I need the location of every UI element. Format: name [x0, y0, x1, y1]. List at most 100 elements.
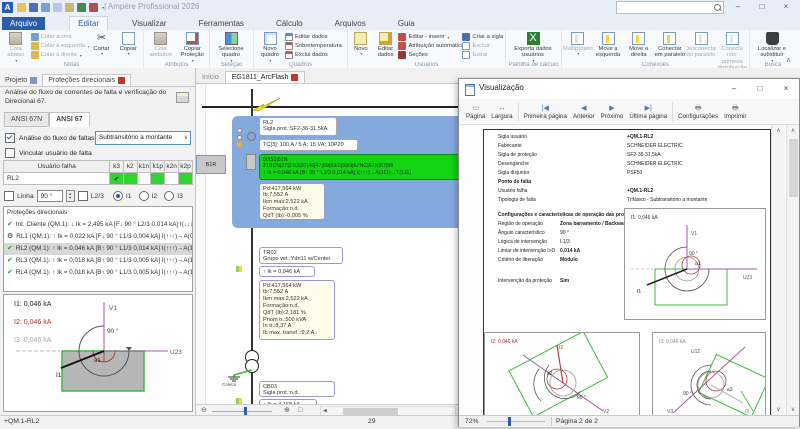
preview-title-bar[interactable]: Visualização – □ × [459, 79, 799, 100]
tab-projeto[interactable]: Projeto [0, 75, 42, 86]
load-info-node[interactable]: Pd:417,564 kWIb:7,552 AIkm max:2,522 kA … [259, 183, 325, 220]
exclui-dados-button[interactable]: Exclui dados [285, 51, 345, 59]
cortar-button[interactable]: ✂ Cortar▾ [89, 31, 115, 57]
tab-ansi-67[interactable]: ANSI 67 [49, 112, 89, 127]
tab-guia[interactable]: Guia [390, 17, 423, 30]
print-report-icon[interactable] [176, 92, 189, 103]
tab-arquivo[interactable]: Arquivo [2, 17, 45, 30]
export-icon[interactable] [77, 3, 86, 12]
l23-checkbox[interactable] [78, 191, 88, 201]
cola-atributos-button[interactable]: Cola atributos [145, 31, 177, 59]
width-view-button[interactable]: ↔Largura [488, 99, 515, 124]
relay-label-node[interactable]: RL2Sigla prot.:SF2-36-31,5kA [259, 117, 337, 136]
list-item[interactable]: ✔RL4 (QM.1): ↑ Ik = 0,018 kA [B↑ 90 ° L1… [4, 267, 192, 279]
transformer-label-node[interactable]: TR02Grupo vet.:Ydn11 w/Center [259, 247, 343, 264]
preview-minimize-button[interactable]: – [723, 79, 745, 98]
open-icon[interactable] [17, 3, 26, 12]
tab-ferramentas[interactable]: Ferramentas [191, 17, 252, 30]
table-row[interactable]: RL2 ✔ [4, 173, 193, 185]
page-view-button[interactable]: ▭Página [463, 99, 488, 124]
scroll-left-icon[interactable]: ◀ [323, 408, 327, 414]
ct-node[interactable]: TC[3]: 100 A / 5 A; 15 VA; 10P20 [259, 139, 358, 151]
list-item[interactable]: ✔Int. Cliente (QM.1): ↓ Ik = 2,495 kA [F… [4, 219, 192, 231]
scrollbar-thumb[interactable] [343, 408, 398, 415]
last-page-button[interactable]: ▶|Última página [626, 99, 670, 124]
scrollbar-thumb[interactable] [789, 139, 798, 197]
i3-radio[interactable] [164, 191, 174, 201]
preview-content[interactable]: Sigla usuário +QM.1-RL2 Fabricante SCHNE… [459, 125, 799, 415]
save-icon[interactable] [29, 3, 38, 12]
tab-protecoes-direcionais[interactable]: Proteções direcionais [42, 74, 131, 86]
minimize-button[interactable]: – [728, 0, 748, 14]
search-input[interactable] [616, 1, 724, 14]
first-page-button[interactable]: |◀Primeira página [521, 99, 570, 124]
angle-stepper[interactable]: ▲▼ [66, 190, 75, 202]
list-item-selected[interactable]: ✔RL2 (QM.1): ↑ Ik = 0,046 kA [B↑ 90 ° L1… [4, 243, 192, 255]
editar-dados-usuario-button[interactable]: Editar dados [373, 31, 399, 59]
cell-k2p[interactable] [179, 173, 193, 185]
conectar-paralelo-button[interactable]: Conectar em paralelo [654, 31, 686, 59]
secoes-button[interactable]: Seções [398, 51, 462, 59]
cell-k2n[interactable] [165, 173, 179, 185]
list-item[interactable]: ⚙RL1 (QM.1): ↑ Ik = 0,022 kA [F↓ 90 ° L1… [4, 231, 192, 243]
preview-inner-scrollbar[interactable]: ∧ ∨ [771, 125, 785, 415]
busbar-node[interactable]: B1R [196, 155, 226, 174]
previous-page-button[interactable]: ◀Anterior [570, 99, 598, 124]
cell-k2[interactable] [123, 173, 137, 185]
scroll-down-icon[interactable]: ∨ [787, 406, 799, 413]
excluir-button[interactable]: Excluir [462, 42, 504, 50]
preview-scrollbar[interactable]: ∧ ∨ [786, 125, 799, 415]
breaker-label-node[interactable]: CB03Sigla prot.:n.d. [259, 381, 335, 397]
tab-inicio[interactable]: Início [196, 72, 225, 83]
cell-k1p[interactable] [151, 173, 165, 185]
relay-symbol[interactable] [246, 154, 256, 170]
multiprojeto-button[interactable]: Multiprojeto▾ [563, 31, 593, 57]
link-user-checkbox[interactable] [5, 148, 15, 158]
colar-direita-button[interactable]: Colar à direita▾ [31, 51, 89, 59]
move-direita-button[interactable]: Move a direita [623, 31, 654, 59]
scroll-up-icon[interactable]: ∧ [787, 127, 799, 134]
atribuicao-automatica-button[interactable]: Atribuição automática▾ [398, 42, 462, 50]
cell-k1n[interactable] [137, 173, 151, 185]
colar-acima-button[interactable]: Colar acima [31, 33, 89, 41]
novo-quadro-button[interactable]: Novo quadro▾ [255, 31, 285, 63]
linha-checkbox[interactable] [4, 191, 14, 201]
editar-dados-quadro-button[interactable]: Editar dados [285, 33, 345, 41]
cell-k3[interactable]: ✔ [110, 173, 124, 185]
close-button[interactable]: × [776, 0, 796, 14]
copiar-protecao-button[interactable]: Copiar Proteção▾ [177, 31, 209, 63]
preview-maximize-button[interactable]: □ [749, 79, 771, 98]
settings-icon[interactable] [89, 3, 98, 12]
preview-zoom-track[interactable] [487, 421, 545, 422]
scroll-down-icon[interactable]: ∨ [772, 406, 785, 413]
preview-close-button[interactable]: × [775, 79, 797, 98]
fault-flow-checkbox[interactable] [5, 133, 15, 143]
preview-zoom-thumb[interactable] [508, 417, 511, 426]
ik-node[interactable]: ↑ Ik = 0,046 kA [259, 266, 315, 277]
scroll-up-icon[interactable]: ∧ [772, 127, 785, 134]
zoom-slider-thumb[interactable] [244, 407, 247, 415]
exporta-dados-button[interactable]: X Exporta dados usuários▾ [507, 31, 559, 63]
cola-abaixo-button[interactable]: Cola abaixo▾ [1, 31, 31, 63]
print-icon[interactable] [65, 3, 74, 12]
colar-esquerda-button[interactable]: Colar à esquerda▾ [31, 42, 89, 50]
i2-radio[interactable] [139, 191, 149, 201]
criar-sigla-button[interactable]: Criar a sigla [462, 33, 504, 41]
novo-usuario-button[interactable]: Novo▾ [349, 31, 373, 57]
next-page-button[interactable]: ▶Próximo [598, 99, 627, 124]
ribbon-collapse-icon[interactable]: ∧ [786, 56, 791, 64]
copiar-button[interactable]: Copiar▾ [114, 31, 142, 57]
editar-inserir-button[interactable]: Editar - inserir▾ [398, 33, 462, 41]
subtransient-select[interactable]: Subtransitório a montante∨ [95, 131, 191, 145]
tab-eg1811-arcflash[interactable]: EG1811_ArcFlash [225, 71, 306, 83]
undo-icon[interactable] [41, 3, 50, 12]
i1-radio[interactable] [113, 191, 123, 201]
transformer-info-node[interactable]: Pd:417,564 kWIb:7,552 AIkm max:2,522 kA … [259, 280, 335, 340]
maximize-button[interactable]: □ [752, 0, 772, 14]
redo-icon[interactable] [53, 3, 62, 12]
desconectar-paralelo-button[interactable]: Desconectar do paralelo [686, 31, 717, 59]
tab-calculo[interactable]: Cálculo [268, 17, 311, 30]
zoom-slider-track[interactable] [212, 411, 272, 412]
tab-ansi-67n[interactable]: ANSI 67N [4, 112, 49, 127]
lamp-symbol[interactable] [247, 132, 256, 141]
